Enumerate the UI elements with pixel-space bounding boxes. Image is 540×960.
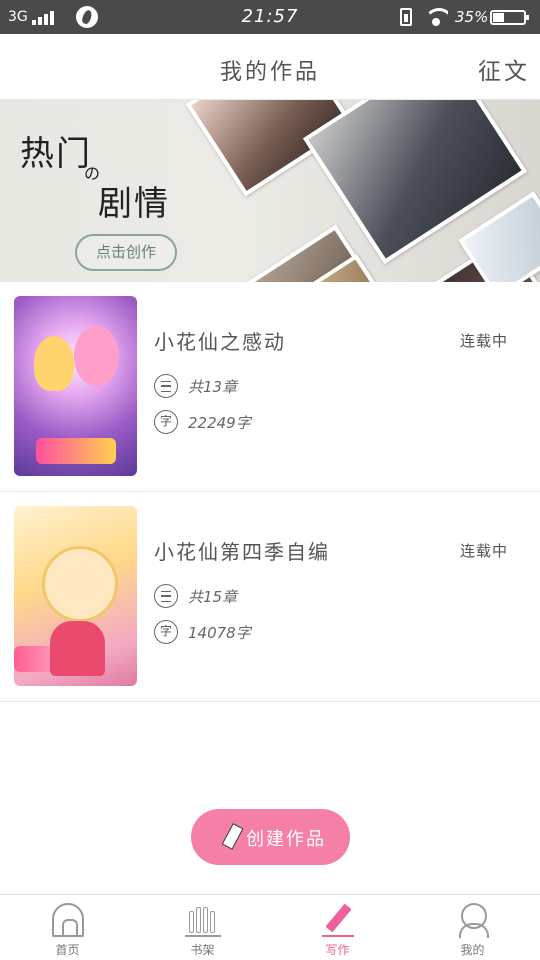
wifi-icon [424,8,448,26]
chapter-list-icon [154,584,178,608]
home-icon [51,903,84,937]
chapter-list-icon [154,374,178,398]
bookshelf-icon [184,903,221,937]
nav-write[interactable]: 写作 [270,895,405,960]
work-cover-image[interactable] [14,296,137,476]
work-title: 小花仙第四季自编 [154,540,330,564]
banner-create-button[interactable]: 点击创作 [75,234,177,271]
create-work-button[interactable]: 创建作品 [191,809,350,865]
battery-percent: 35% [455,8,489,26]
cover-logo [14,646,74,672]
nav-home[interactable]: 首页 [0,895,135,960]
nav-me[interactable]: 我的 [405,895,540,960]
page-title: 我的作品 [219,60,320,85]
contest-button[interactable]: 征文 [478,52,530,86]
word-count-text: 14078字 [188,624,251,642]
nav-me-label: 我的 [460,943,485,957]
app-header: 我的作品 征文 [0,34,540,100]
nav-write-label: 写作 [325,943,350,957]
work-status: 连载中 [459,332,508,350]
work-status: 连载中 [459,542,508,560]
charging-icon [400,8,412,26]
chapter-count-text: 共15章 [188,588,238,606]
featured-banner[interactable]: 热门 の 剧情 点击创作 [0,100,540,282]
nav-bookshelf[interactable]: 书架 [135,895,270,960]
work-list-item[interactable]: 小花仙之感动 连载中 共13章 字 22249字 [0,282,540,492]
create-work-label: 创建作品 [246,829,326,850]
nav-bookshelf-label: 书架 [190,943,215,957]
work-cover-image[interactable] [14,506,137,686]
banner-heading: 热门 [20,134,92,174]
profile-icon [457,903,489,938]
work-list-item[interactable]: 小花仙第四季自编 连载中 共15章 字 14078字 [0,492,540,702]
status-bar: 3G 21:57 35% [0,0,540,34]
pencil-icon [321,903,354,937]
chapter-count-text: 共13章 [188,378,238,396]
work-title: 小花仙之感动 [154,330,286,354]
banner-subheading: 剧情 [98,184,170,224]
battery-icon [490,10,529,25]
word-count-icon: 字 [154,410,178,434]
word-count-icon: 字 [154,620,178,644]
word-count-text: 22249字 [188,414,251,432]
bottom-nav: 首页 书架 写作 我的 [0,894,540,960]
nav-home-label: 首页 [55,943,80,957]
pencil-icon [217,823,235,853]
cover-logo [36,438,116,464]
